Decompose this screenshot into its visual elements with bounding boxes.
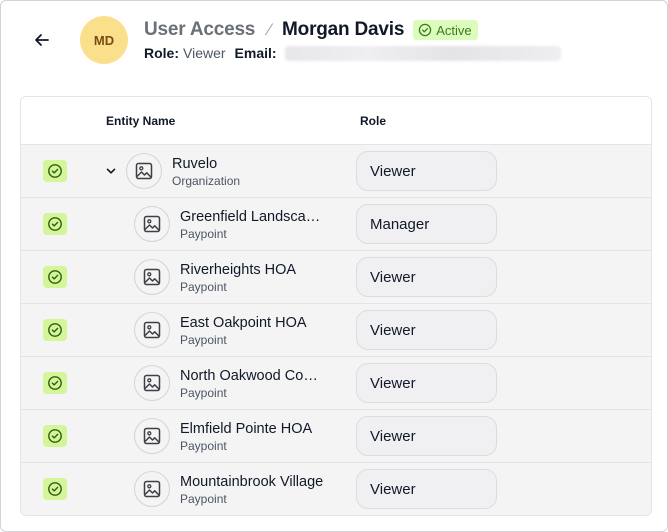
- check-circle-icon: [48, 429, 62, 443]
- check-circle-icon: [48, 376, 62, 390]
- role-value: Viewer: [183, 45, 226, 61]
- role-select-value: Manager: [370, 215, 430, 233]
- entity-name[interactable]: Riverheights HOA: [180, 262, 296, 279]
- entity-table: Entity Name Role Ruvelo Organization Viewe…: [20, 96, 652, 516]
- row-select-checkbox[interactable]: [43, 213, 67, 235]
- role-select-value: Viewer: [370, 374, 416, 392]
- entity-avatar: [134, 418, 170, 454]
- table-body: Ruvelo Organization Viewer Greenfield Lands…: [21, 145, 651, 515]
- entity-avatar: [134, 206, 170, 242]
- table-row[interactable]: Ruvelo Organization Viewer: [21, 145, 651, 198]
- row-select-checkbox[interactable]: [43, 425, 67, 447]
- entity-avatar: [134, 259, 170, 295]
- entity-name[interactable]: East Oakpoint HOA: [180, 315, 307, 332]
- row-select-checkbox[interactable]: [43, 266, 67, 288]
- breadcrumb: User Access ⁄ Morgan Davis Active: [144, 18, 478, 42]
- page-title: Morgan Davis: [282, 19, 405, 40]
- expand-toggle[interactable]: [103, 163, 119, 179]
- image-placeholder-icon: [135, 162, 153, 180]
- entity-cell: Riverheights HOA Paypoint: [180, 262, 296, 295]
- entity-cell: Mountainbrook Village Paypoint: [180, 474, 323, 507]
- table-row[interactable]: East Oakpoint HOA Paypoint Viewer: [21, 304, 651, 357]
- column-header-role: Role: [360, 114, 387, 128]
- check-circle-icon: [418, 23, 432, 37]
- table-row[interactable]: Mountainbrook Village Paypoint Viewer: [21, 463, 651, 515]
- image-placeholder-icon: [143, 215, 161, 233]
- column-header-entity-name: Entity Name: [106, 114, 176, 128]
- entity-type: Paypoint: [180, 280, 227, 294]
- role-select[interactable]: Viewer: [356, 363, 497, 403]
- check-circle-icon: [48, 164, 62, 178]
- entity-cell: North Oakwood CommonsPaypoint: [180, 368, 326, 401]
- role-select[interactable]: Viewer: [356, 416, 497, 456]
- user-meta: Role: Viewer Email:: [144, 45, 561, 61]
- entity-avatar: [134, 365, 170, 401]
- role-select[interactable]: Viewer: [356, 151, 497, 191]
- row-select-checkbox[interactable]: [43, 160, 67, 182]
- entity-cell: Elmfield Pointe HOA Paypoint: [180, 421, 312, 454]
- entity-type: Organization: [172, 174, 241, 188]
- back-button[interactable]: [29, 27, 55, 53]
- role-select-value: Viewer: [370, 427, 416, 445]
- entity-name[interactable]: Ruvelo: [172, 156, 240, 173]
- image-placeholder-icon: [143, 374, 161, 392]
- avatar: MD: [80, 16, 128, 64]
- image-placeholder-icon: [143, 321, 161, 339]
- role-select[interactable]: Viewer: [356, 310, 497, 350]
- entity-cell: East Oakpoint HOA Paypoint: [180, 315, 307, 348]
- table-row[interactable]: Riverheights HOA Paypoint Viewer: [21, 251, 651, 304]
- table-row[interactable]: Elmfield Pointe HOA Paypoint Viewer: [21, 410, 651, 463]
- entity-name[interactable]: Greenfield Landscaping: [180, 209, 326, 226]
- entity-avatar: [126, 153, 162, 189]
- breadcrumb-separator: ⁄: [268, 20, 272, 39]
- chevron-down-icon: [106, 168, 116, 174]
- status-badge: Active: [413, 20, 478, 40]
- status-label: Active: [436, 22, 472, 38]
- entity-type: Paypoint: [180, 333, 227, 347]
- row-select-checkbox[interactable]: [43, 372, 67, 394]
- entity-type: Paypoint: [180, 386, 227, 400]
- table-row[interactable]: Greenfield Landscaping Paypoint Manager: [21, 198, 651, 251]
- entity-cell: Greenfield Landscaping Paypoint: [180, 209, 326, 242]
- entity-type: Paypoint: [180, 492, 227, 506]
- role-select[interactable]: Manager: [356, 204, 497, 244]
- arrow-left-icon: [35, 34, 49, 46]
- entity-name[interactable]: Elmfield Pointe HOA: [180, 421, 312, 438]
- row-select-checkbox[interactable]: [43, 319, 67, 341]
- row-select-checkbox[interactable]: [43, 478, 67, 500]
- entity-cell: Ruvelo Organization: [172, 156, 240, 189]
- check-circle-icon: [48, 482, 62, 496]
- image-placeholder-icon: [143, 427, 161, 445]
- table-row[interactable]: North Oakwood CommonsPaypoint Viewer: [21, 357, 651, 410]
- entity-type: Paypoint: [180, 439, 227, 453]
- table-header: Entity Name Role: [21, 97, 651, 145]
- check-circle-icon: [48, 323, 62, 337]
- entity-name[interactable]: North Oakwood Commons: [180, 368, 326, 385]
- email-label: Email:: [234, 45, 277, 61]
- entity-name[interactable]: Mountainbrook Village: [180, 474, 323, 491]
- breadcrumb-parent[interactable]: User Access: [144, 19, 255, 41]
- role-select-value: Viewer: [370, 321, 416, 339]
- email-value-redacted: [284, 45, 561, 61]
- role-select-value: Viewer: [370, 268, 416, 286]
- image-placeholder-icon: [143, 268, 161, 286]
- role-label: Role:: [144, 45, 179, 61]
- entity-type: Paypoint: [180, 227, 227, 241]
- check-circle-icon: [48, 270, 62, 284]
- role-select-value: Viewer: [370, 480, 416, 498]
- entity-avatar: [134, 312, 170, 348]
- image-placeholder-icon: [143, 480, 161, 498]
- role-select[interactable]: Viewer: [356, 257, 497, 297]
- check-circle-icon: [48, 217, 62, 231]
- entity-avatar: [134, 471, 170, 507]
- user-access-panel: MD User Access ⁄ Morgan Davis Active Rol…: [0, 0, 668, 532]
- role-select[interactable]: Viewer: [356, 469, 497, 509]
- role-select-value: Viewer: [370, 162, 416, 180]
